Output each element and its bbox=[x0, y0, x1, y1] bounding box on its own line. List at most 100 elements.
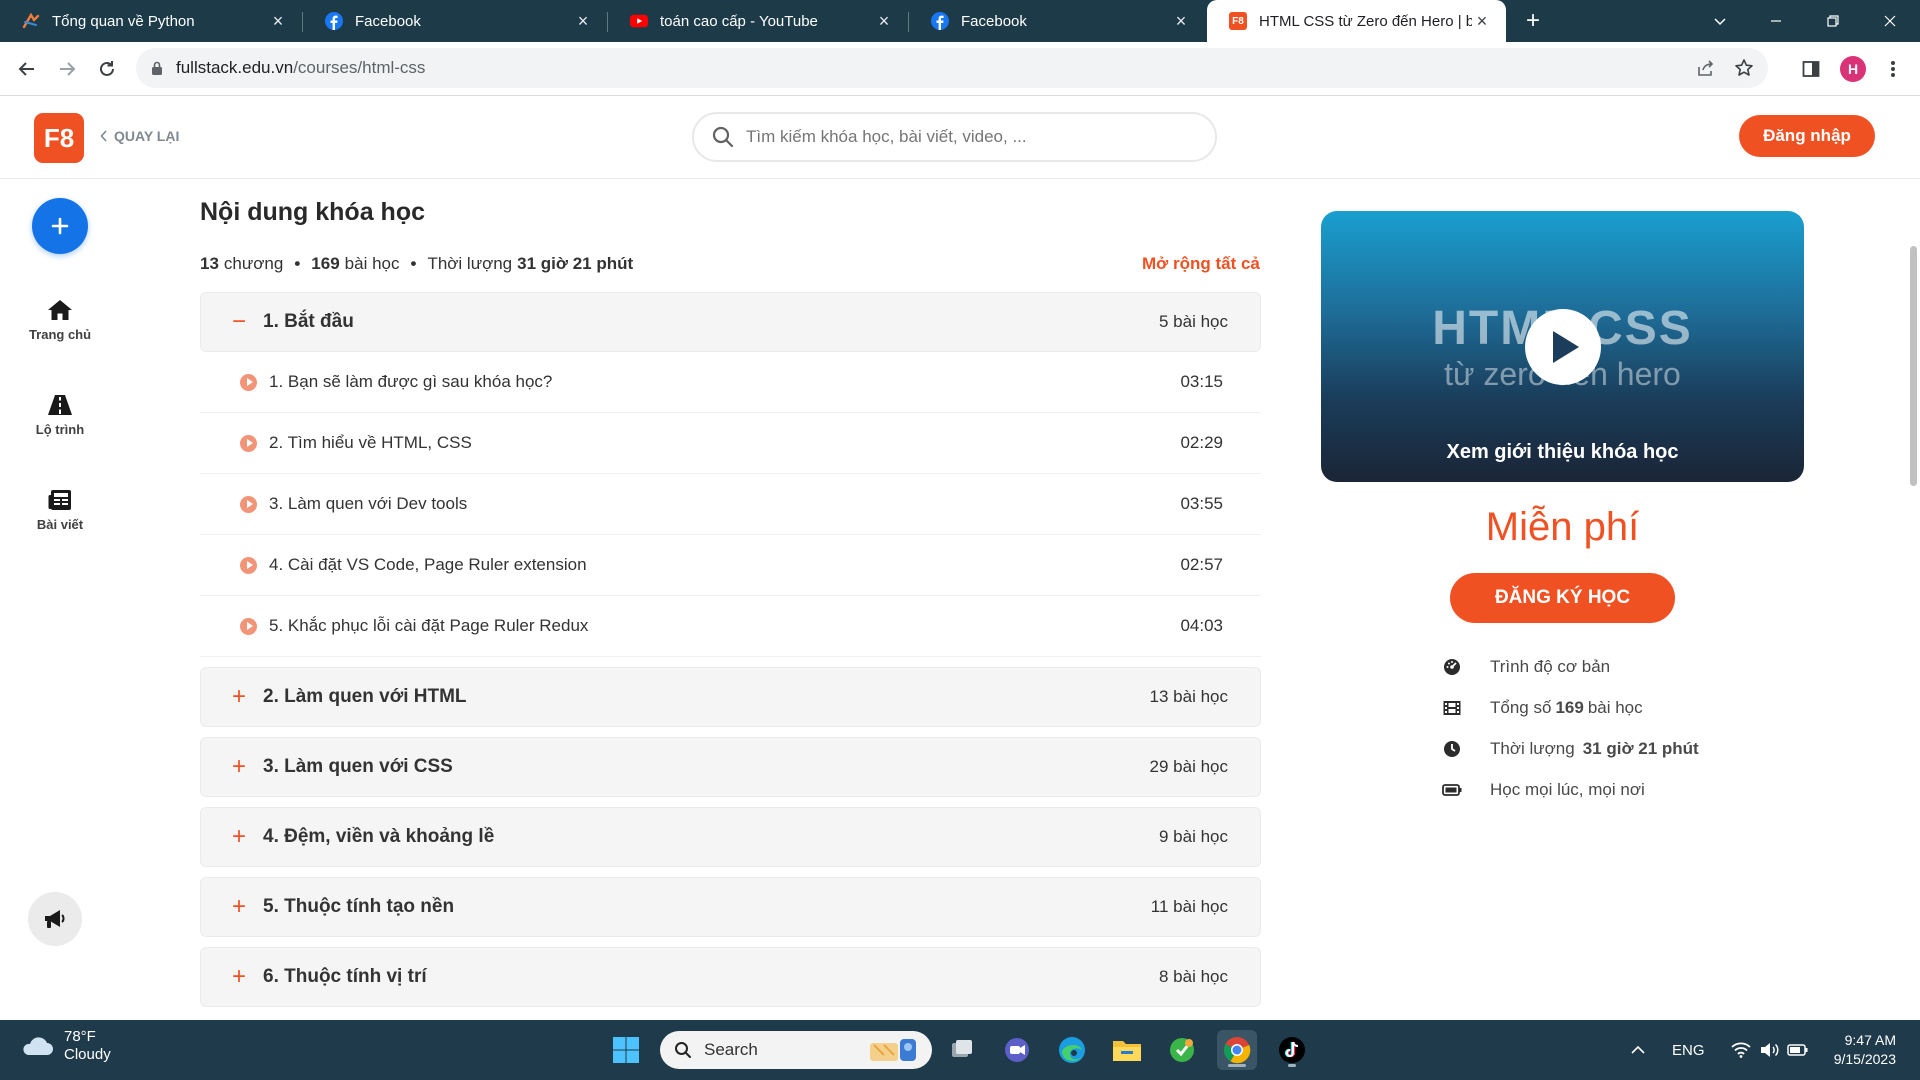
browser-tab[interactable]: Facebook × bbox=[303, 0, 607, 42]
chevron-left-icon bbox=[100, 130, 107, 142]
restore-button[interactable] bbox=[1805, 0, 1861, 42]
python-favicon-icon bbox=[22, 12, 40, 30]
login-button[interactable]: Đăng nhập bbox=[1739, 115, 1875, 157]
info-anytime: Học mọi lúc, mọi nơi bbox=[1442, 780, 1645, 800]
minimize-button[interactable] bbox=[1748, 0, 1804, 42]
chrome-menu-button[interactable] bbox=[1878, 54, 1908, 84]
chapter-title: 5. Thuộc tính tạo nền bbox=[263, 896, 455, 917]
course-preview-video[interactable]: HTML CSS từ zero đến hero Xem giới thiệu… bbox=[1321, 211, 1804, 482]
reload-icon bbox=[100, 61, 114, 76]
browser-toolbar: fullstack.edu.vn/courses/html-css H bbox=[0, 42, 1920, 96]
newspaper-icon bbox=[48, 489, 71, 510]
lesson-item[interactable]: 5. Khắc phục lỗi cài đặt Page Ruler Redu… bbox=[200, 596, 1261, 657]
info-text: Trình độ cơ bản bbox=[1490, 657, 1611, 676]
chapter-header[interactable]: + 4. Đệm, viền và khoảng lề 9 bài học bbox=[200, 807, 1261, 867]
lesson-item[interactable]: 2. Tìm hiểu về HTML, CSS 02:29 bbox=[200, 413, 1261, 474]
weather-widget[interactable]: 78°F Cloudy bbox=[20, 1028, 111, 1064]
star-icon bbox=[1735, 59, 1753, 76]
meta-separator: • bbox=[294, 254, 301, 273]
chapter-header[interactable]: − 1. Bắt đầu 5 bài học bbox=[200, 292, 1261, 352]
register-button[interactable]: ĐĂNG KÝ HỌC bbox=[1450, 573, 1675, 623]
lesson-item[interactable]: 3. Làm quen với Dev tools 03:55 bbox=[200, 474, 1261, 535]
sidebar-item-blog[interactable]: Bài viết bbox=[14, 474, 106, 546]
lessons-word: bài học bbox=[344, 254, 400, 273]
lesson-title: 3. Làm quen với Dev tools bbox=[269, 494, 468, 513]
tab-search-button[interactable] bbox=[1692, 0, 1748, 42]
language-indicator[interactable]: ENG bbox=[1672, 1042, 1705, 1059]
browser-tab-active[interactable]: F8 HTML CSS từ Zero đến Hero | by × bbox=[1207, 0, 1506, 42]
browser-tab-bar: Tổng quan về Python × Facebook × toán ca… bbox=[0, 0, 1920, 42]
weather-desc: Cloudy bbox=[64, 1046, 111, 1063]
browser-tab[interactable]: Facebook × bbox=[909, 0, 1205, 42]
chrome-button[interactable] bbox=[1217, 1030, 1257, 1070]
close-window-button[interactable] bbox=[1862, 0, 1918, 42]
tab-close-icon[interactable]: × bbox=[573, 12, 593, 30]
lesson-item[interactable]: 4. Cài đặt VS Code, Page Ruler extension… bbox=[200, 535, 1261, 596]
taskbar-clock[interactable]: 9:47 AM 9/15/2023 bbox=[1820, 1031, 1896, 1069]
edge-icon bbox=[1059, 1037, 1085, 1063]
task-view-icon bbox=[952, 1040, 972, 1057]
sidebar-item-home[interactable]: Trang chủ bbox=[14, 284, 106, 356]
side-panel-button[interactable] bbox=[1796, 54, 1826, 84]
clock-time: 9:47 AM bbox=[1844, 1032, 1896, 1048]
tab-close-icon[interactable]: × bbox=[1171, 12, 1191, 30]
more-vertical-icon bbox=[1891, 61, 1895, 77]
search-box[interactable] bbox=[692, 112, 1217, 162]
browser-tab[interactable]: Tổng quan về Python × bbox=[0, 0, 302, 42]
tab-close-icon[interactable]: × bbox=[1472, 12, 1492, 30]
chapter-header[interactable]: + 2. Làm quen với HTML 13 bài học bbox=[200, 667, 1261, 727]
edge-button[interactable] bbox=[1052, 1030, 1092, 1070]
lesson-duration: 03:55 bbox=[1180, 494, 1223, 513]
reload-button[interactable] bbox=[92, 54, 122, 84]
back-button[interactable] bbox=[12, 54, 42, 84]
play-button-icon[interactable] bbox=[1525, 309, 1601, 385]
lesson-list: 1. Bạn sẽ làm được gì sau khóa học? 03:1… bbox=[200, 352, 1261, 657]
lesson-item[interactable]: 1. Bạn sẽ làm được gì sau khóa học? 03:1… bbox=[200, 352, 1261, 413]
announcement-button[interactable] bbox=[28, 892, 82, 946]
chapter-lesson-count: 13 bài học bbox=[1149, 687, 1228, 706]
browser-tab[interactable]: toán cao cấp - YouTube × bbox=[608, 0, 908, 42]
play-circle-icon bbox=[240, 434, 257, 452]
chapter-header[interactable]: + 3. Làm quen với CSS 29 bài học bbox=[200, 737, 1261, 797]
start-button[interactable] bbox=[606, 1030, 646, 1070]
expand-icon: + bbox=[231, 893, 246, 920]
lock-icon bbox=[152, 61, 162, 75]
file-explorer-button[interactable] bbox=[1107, 1030, 1147, 1070]
volume-icon[interactable] bbox=[1759, 1042, 1779, 1058]
bookmark-button[interactable] bbox=[1734, 58, 1754, 78]
teams-chat-button[interactable] bbox=[997, 1030, 1037, 1070]
lesson-title: 1. Bạn sẽ làm được gì sau khóa học? bbox=[269, 372, 553, 391]
f8-logo[interactable]: F8 bbox=[34, 113, 84, 163]
taskbar-search[interactable]: Search bbox=[660, 1031, 932, 1069]
create-button[interactable] bbox=[32, 198, 88, 254]
sidebar-item-label: Bài viết bbox=[36, 516, 84, 532]
chevron-up-icon[interactable] bbox=[1630, 1043, 1646, 1057]
chapter-header[interactable]: + 5. Thuộc tính tạo nền 11 bài học bbox=[200, 877, 1261, 937]
side-panel-icon bbox=[1802, 61, 1820, 77]
task-view-button[interactable] bbox=[942, 1030, 982, 1070]
address-bar[interactable]: fullstack.edu.vn/courses/html-css bbox=[136, 48, 1768, 88]
app-button[interactable] bbox=[1162, 1030, 1202, 1070]
profile-avatar[interactable]: H bbox=[1840, 56, 1866, 82]
f8-favicon-icon: F8 bbox=[1229, 12, 1247, 30]
info-level: Trình độ cơ bản bbox=[1442, 657, 1610, 677]
road-icon bbox=[48, 394, 72, 415]
back-link[interactable]: QUAY LẠI bbox=[100, 128, 179, 144]
sidebar-item-roadmap[interactable]: Lộ trình bbox=[14, 379, 106, 451]
windows-logo-icon bbox=[613, 1037, 639, 1063]
tab-close-icon[interactable]: × bbox=[874, 12, 894, 30]
tiktok-button[interactable] bbox=[1272, 1030, 1312, 1070]
search-input[interactable] bbox=[746, 127, 1186, 147]
battery-icon[interactable] bbox=[1786, 1043, 1809, 1057]
duration-label: Thời lượng bbox=[427, 254, 513, 273]
share-button[interactable] bbox=[1696, 58, 1716, 78]
new-tab-button[interactable]: + bbox=[1520, 7, 1546, 34]
wifi-icon[interactable] bbox=[1730, 1042, 1751, 1058]
page-scrollbar[interactable] bbox=[1910, 246, 1917, 486]
folder-icon bbox=[1113, 1041, 1141, 1061]
expand-all-link[interactable]: Mở rộng tất cả bbox=[1142, 254, 1260, 274]
tab-close-icon[interactable]: × bbox=[268, 12, 288, 30]
chapter-lesson-count: 29 bài học bbox=[1149, 757, 1228, 776]
forward-button[interactable] bbox=[52, 54, 82, 84]
chapter-header[interactable]: + 6. Thuộc tính vị trí 8 bài học bbox=[200, 947, 1261, 1007]
